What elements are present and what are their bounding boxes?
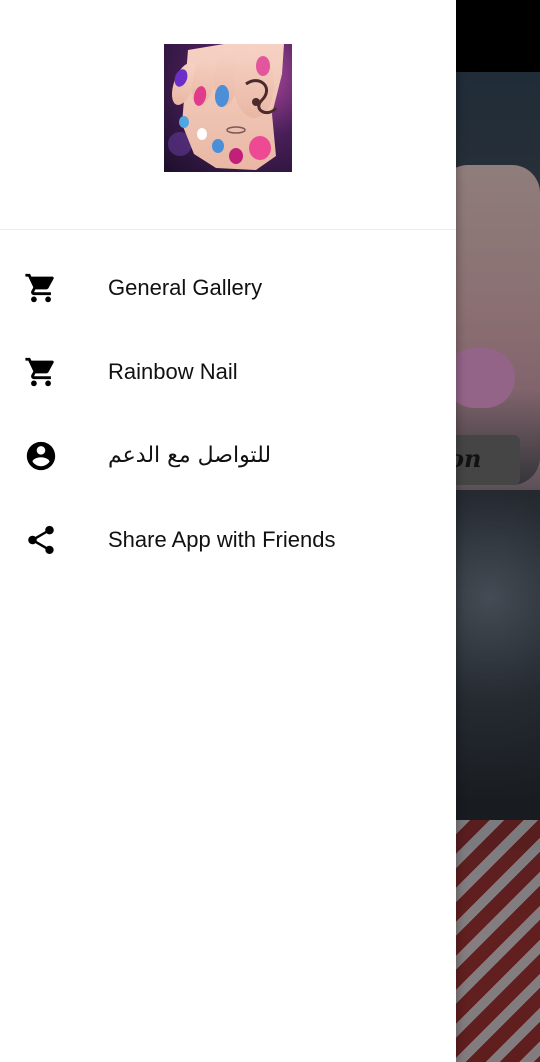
app-logo bbox=[164, 44, 292, 172]
menu-item-contact-support[interactable]: للتواصل مع الدعم bbox=[0, 413, 456, 497]
menu-item-label: Share App with Friends bbox=[108, 527, 336, 552]
menu-item-label: Rainbow Nail bbox=[108, 359, 238, 384]
share-icon bbox=[24, 523, 58, 557]
menu-item-rainbow-nail[interactable]: Rainbow Nail bbox=[0, 329, 456, 413]
shopping-cart-icon bbox=[24, 355, 58, 389]
app-logo-image bbox=[168, 44, 284, 170]
drawer-header bbox=[0, 0, 456, 230]
menu-item-label: للتواصل مع الدعم bbox=[108, 443, 272, 468]
menu-item-general-gallery[interactable]: General Gallery bbox=[0, 245, 456, 329]
menu-item-label: General Gallery bbox=[108, 275, 263, 300]
account-circle-icon bbox=[24, 439, 58, 473]
shopping-cart-icon bbox=[24, 271, 58, 305]
navigation-drawer: General Gallery Rainbow Nail للتواصل مع … bbox=[0, 0, 456, 1062]
menu-item-share-app[interactable]: Share App with Friends bbox=[0, 497, 456, 581]
